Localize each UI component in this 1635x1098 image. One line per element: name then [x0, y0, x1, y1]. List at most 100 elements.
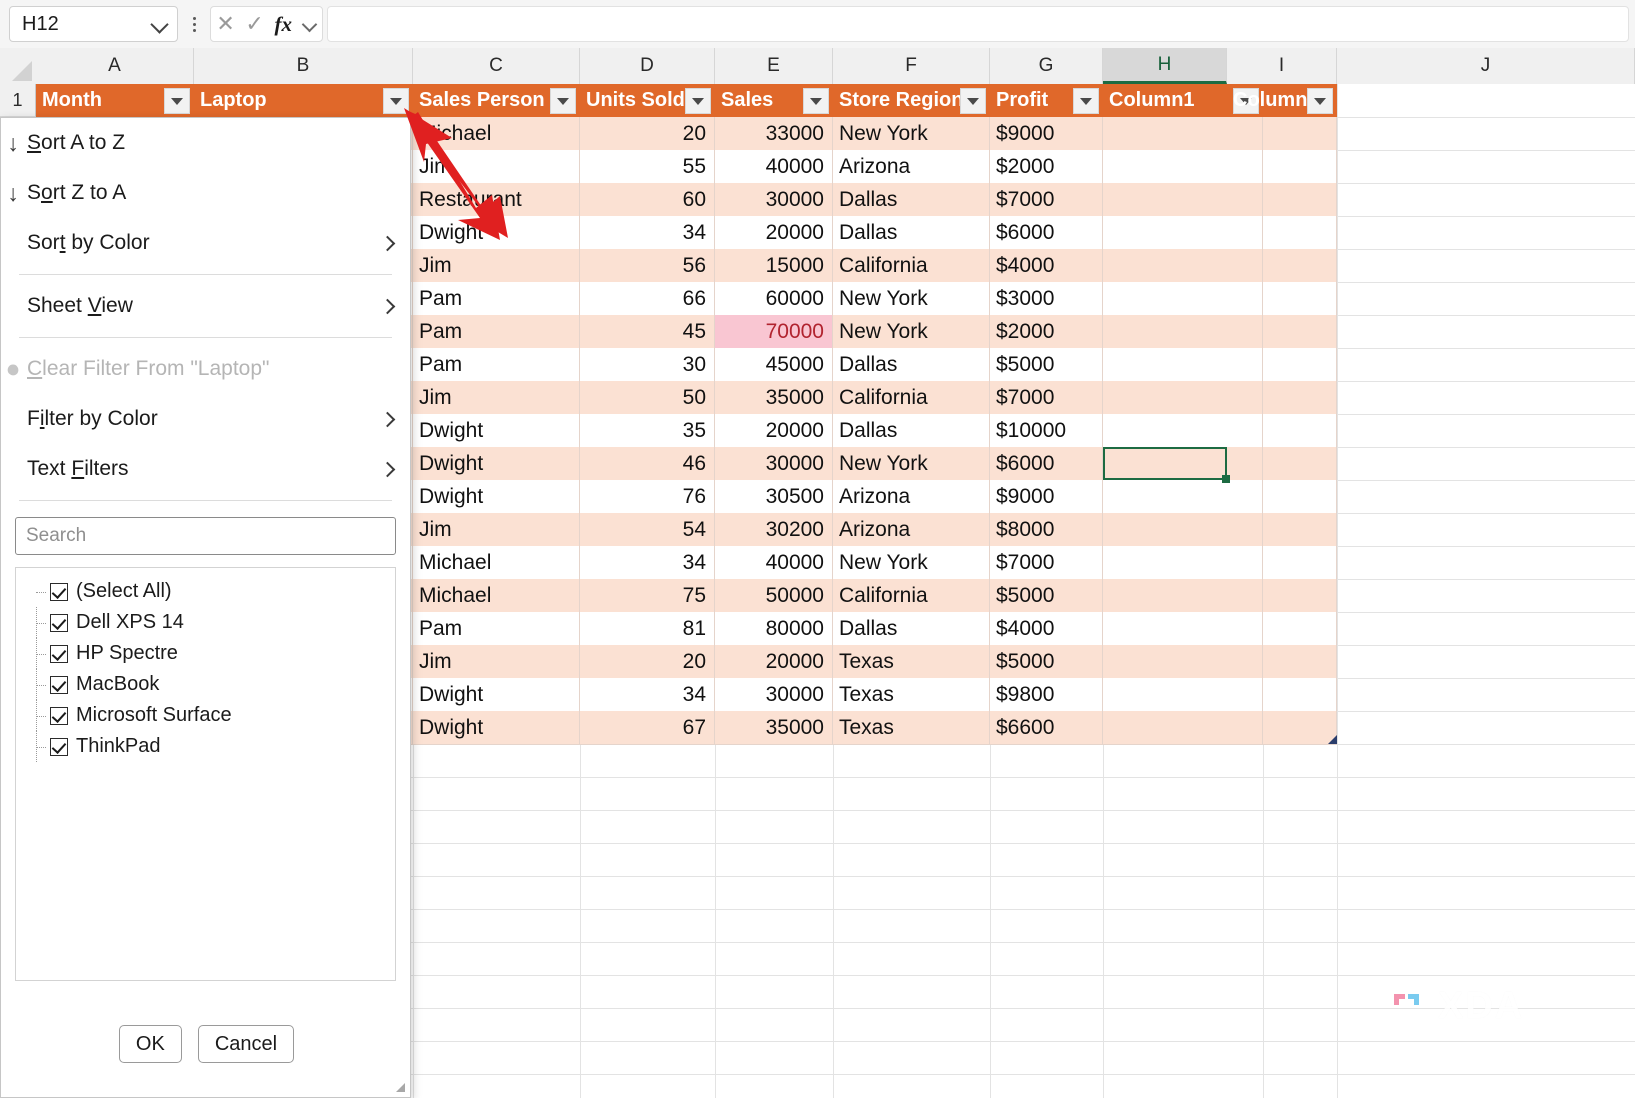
name-box[interactable]: H12: [9, 6, 178, 42]
cell-f-5[interactable]: Dallas: [833, 216, 990, 249]
filter-checkbox-thinkpad[interactable]: ThinkPad: [16, 731, 395, 762]
cell-g-7[interactable]: $3000: [990, 282, 1103, 315]
column-header-h[interactable]: H: [1103, 48, 1227, 84]
column-header-f[interactable]: F: [833, 48, 990, 84]
cell-i-2[interactable]: [1227, 117, 1337, 150]
column-header-d[interactable]: D: [580, 48, 715, 84]
cell-i-3[interactable]: [1227, 150, 1337, 183]
cell-f-11[interactable]: Dallas: [833, 414, 990, 447]
cell-e-14[interactable]: 30200: [715, 513, 833, 546]
menu-item-sort-z-to-a[interactable]: ↓ Sort Z to A: [1, 168, 410, 218]
cell-i-5[interactable]: [1227, 216, 1337, 249]
cell-g-17[interactable]: $4000: [990, 612, 1103, 645]
filter-button-column2[interactable]: [1307, 88, 1333, 114]
column-header-j[interactable]: J: [1337, 48, 1635, 84]
filter-button-sales[interactable]: [803, 88, 829, 114]
cell-d-14[interactable]: 54: [580, 513, 715, 546]
cell-i-19[interactable]: [1227, 678, 1337, 711]
checkbox-icon[interactable]: [50, 582, 68, 601]
cell-c-20[interactable]: Dwight: [413, 711, 580, 744]
cell-g-16[interactable]: $5000: [990, 579, 1103, 612]
cell-i-12[interactable]: [1227, 447, 1337, 480]
menu-item-filter-by-color[interactable]: Filter by Color: [1, 394, 410, 444]
cell-d-13[interactable]: 76: [580, 480, 715, 513]
cell-d-4[interactable]: 60: [580, 183, 715, 216]
cell-i-16[interactable]: [1227, 579, 1337, 612]
close-icon[interactable]: ✕: [216, 13, 234, 35]
cell-d-11[interactable]: 35: [580, 414, 715, 447]
chevron-down-icon[interactable]: [151, 15, 169, 33]
chevron-down-icon[interactable]: [303, 17, 317, 31]
filter-button-units-sold[interactable]: [685, 88, 711, 114]
cell-f-4[interactable]: Dallas: [833, 183, 990, 216]
checkbox-icon[interactable]: [50, 644, 68, 663]
cell-i-10[interactable]: [1227, 381, 1337, 414]
cell-c-7[interactable]: Pam: [413, 282, 580, 315]
cell-i-4[interactable]: [1227, 183, 1337, 216]
cell-d-8[interactable]: 45: [580, 315, 715, 348]
cell-d-19[interactable]: 34: [580, 678, 715, 711]
menu-item-text-filters[interactable]: Text Filters: [1, 444, 410, 494]
column-header-b[interactable]: B: [194, 48, 413, 84]
filter-checkbox-macbook[interactable]: MacBook: [16, 669, 395, 700]
cell-e-9[interactable]: 45000: [715, 348, 833, 381]
cell-c-19[interactable]: Dwight: [413, 678, 580, 711]
cell-g-5[interactable]: $6000: [990, 216, 1103, 249]
cell-c-4[interactable]: Restaurant: [413, 183, 580, 216]
cell-g-10[interactable]: $7000: [990, 381, 1103, 414]
cell-d-7[interactable]: 66: [580, 282, 715, 315]
cell-g-15[interactable]: $7000: [990, 546, 1103, 579]
cell-c-6[interactable]: Jim: [413, 249, 580, 282]
cell-f-19[interactable]: Texas: [833, 678, 990, 711]
cell-c-17[interactable]: Pam: [413, 612, 580, 645]
menu-item-sheet-view[interactable]: Sheet View: [1, 281, 410, 331]
cell-f-12[interactable]: New York: [833, 447, 990, 480]
cell-f-8[interactable]: New York: [833, 315, 990, 348]
column-header-c[interactable]: C: [413, 48, 580, 84]
cell-i-6[interactable]: [1227, 249, 1337, 282]
cell-d-12[interactable]: 46: [580, 447, 715, 480]
column-header-g[interactable]: G: [990, 48, 1103, 84]
cell-g-19[interactable]: $9800: [990, 678, 1103, 711]
cell-c-13[interactable]: Dwight: [413, 480, 580, 513]
cell-f-3[interactable]: Arizona: [833, 150, 990, 183]
cell-d-2[interactable]: 20: [580, 117, 715, 150]
cell-f-15[interactable]: New York: [833, 546, 990, 579]
resize-grip-icon[interactable]: [395, 1082, 405, 1092]
cell-e-3[interactable]: 40000: [715, 150, 833, 183]
checkbox-icon[interactable]: [50, 675, 68, 694]
cell-e-6[interactable]: 15000: [715, 249, 833, 282]
cell-f-20[interactable]: Texas: [833, 711, 990, 744]
cell-c-14[interactable]: Jim: [413, 513, 580, 546]
menu-item-sort-a-to-z[interactable]: ↓ Sort A to Z: [1, 118, 410, 168]
cell-f-18[interactable]: Texas: [833, 645, 990, 678]
cell-g-3[interactable]: $2000: [990, 150, 1103, 183]
cell-e-20[interactable]: 35000: [715, 711, 833, 744]
cell-d-10[interactable]: 50: [580, 381, 715, 414]
cell-c-10[interactable]: Jim: [413, 381, 580, 414]
cell-c-5[interactable]: Dwight: [413, 216, 580, 249]
column-header-a[interactable]: A: [36, 48, 194, 84]
cell-f-13[interactable]: Arizona: [833, 480, 990, 513]
formula-input[interactable]: [327, 6, 1629, 42]
filter-checkbox-hp-spectre[interactable]: HP Spectre: [16, 638, 395, 669]
cell-f-10[interactable]: California: [833, 381, 990, 414]
cell-f-7[interactable]: New York: [833, 282, 990, 315]
cell-e-4[interactable]: 30000: [715, 183, 833, 216]
select-all-corner[interactable]: [0, 48, 36, 84]
cell-e-19[interactable]: 30000: [715, 678, 833, 711]
cell-f-2[interactable]: New York: [833, 117, 990, 150]
checkbox-icon[interactable]: [50, 613, 68, 632]
cell-f-14[interactable]: Arizona: [833, 513, 990, 546]
cell-f-9[interactable]: Dallas: [833, 348, 990, 381]
cell-g-18[interactable]: $5000: [990, 645, 1103, 678]
checkbox-icon[interactable]: [50, 706, 68, 725]
menu-item-sort-by-color[interactable]: Sort by Color: [1, 218, 410, 268]
filter-button-store-region[interactable]: [960, 88, 986, 114]
filter-checkbox-microsoft-surface[interactable]: Microsoft Surface: [16, 700, 395, 731]
cell-c-2[interactable]: Michael: [413, 117, 580, 150]
column-header-i[interactable]: I: [1227, 48, 1337, 84]
cell-c-8[interactable]: Pam: [413, 315, 580, 348]
filter-button-sales-person[interactable]: [550, 88, 576, 114]
cell-g-4[interactable]: $7000: [990, 183, 1103, 216]
